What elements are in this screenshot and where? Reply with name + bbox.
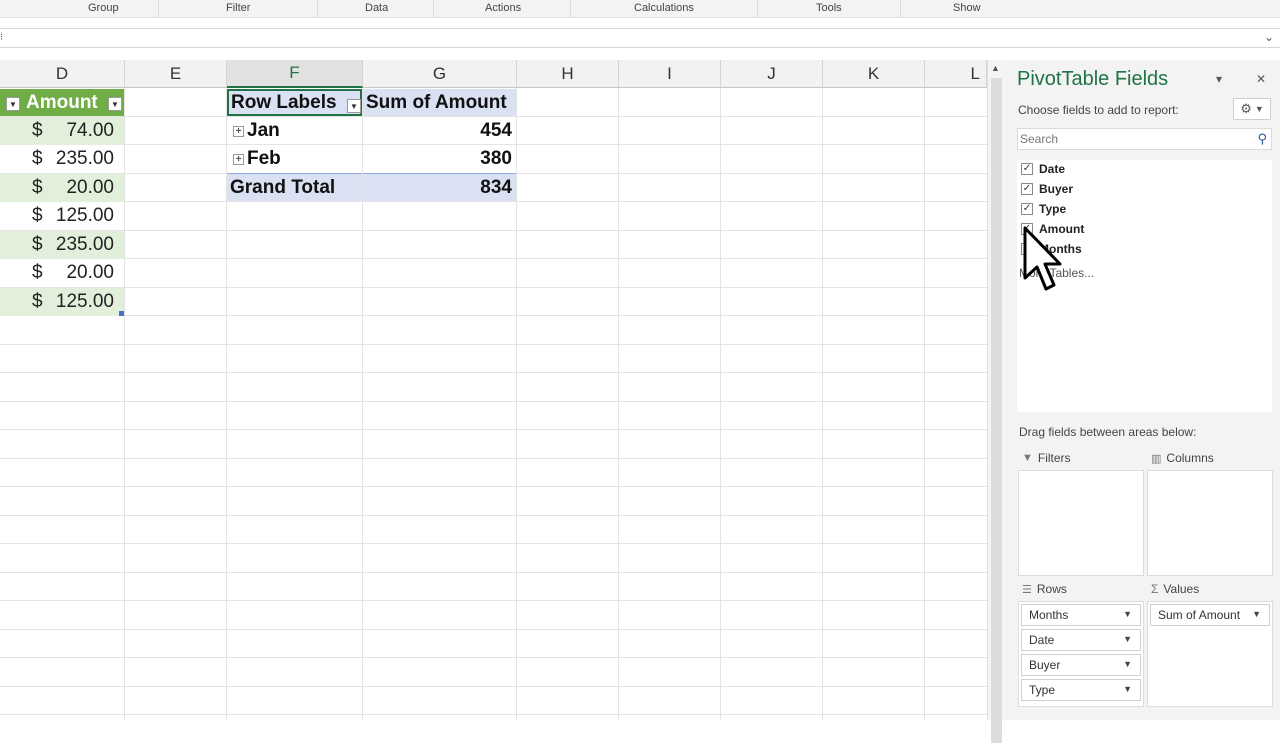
ribbon-group-actions[interactable]: Actions — [485, 2, 521, 14]
columns-icon: ▥ — [1151, 452, 1162, 465]
column-header-g[interactable]: G — [363, 60, 517, 88]
rows-item-buyer[interactable]: Buyer ▼ — [1021, 654, 1141, 676]
column-header-h[interactable]: H — [517, 60, 619, 88]
ribbon-group-data[interactable]: Data — [365, 2, 388, 14]
pivot-row-jan[interactable]: + Jan — [227, 117, 362, 145]
mouse-pointer-icon — [1023, 226, 1062, 291]
drag-fields-label: Drag fields between areas below: — [1019, 425, 1197, 439]
rows-area-header: ☰ Rows — [1022, 582, 1067, 596]
field-type[interactable]: ✓ Type — [1021, 200, 1066, 218]
rows-item-type[interactable]: Type ▼ — [1021, 679, 1141, 701]
pivot-value-jan[interactable]: 454 — [363, 117, 516, 145]
values-item-sum-of-amount[interactable]: Sum of Amount ▼ — [1150, 604, 1270, 626]
columns-drop-area[interactable] — [1147, 470, 1273, 576]
field-search-input[interactable]: Search ⚲ — [1017, 128, 1272, 150]
table-header-amount[interactable]: ▼ Amount ▼ — [0, 89, 124, 116]
chevron-down-icon[interactable]: ▼ — [1123, 659, 1132, 669]
table-row[interactable]: $ 20.00 — [0, 259, 124, 287]
filter-dropdown-icon[interactable]: ▼ — [108, 97, 122, 111]
column-header-e[interactable]: E — [125, 60, 227, 88]
column-header-d[interactable]: D — [0, 60, 125, 88]
pane-subtitle: Choose fields to add to report: — [1018, 103, 1179, 117]
search-icon: ⚲ — [1257, 131, 1267, 146]
column-header-l[interactable]: L — [925, 60, 987, 88]
chevron-down-icon[interactable]: ▼ — [1252, 609, 1261, 619]
pivot-sum-header[interactable]: Sum of Amount — [363, 89, 516, 116]
rows-item-date[interactable]: Date ▼ — [1021, 629, 1141, 651]
filter-dropdown-icon[interactable]: ▼ — [6, 97, 20, 111]
column-header-k[interactable]: K — [823, 60, 925, 88]
pane-options-icon[interactable]: ▾ — [1216, 72, 1222, 86]
pivot-value-feb[interactable]: 380 — [363, 145, 516, 173]
pivot-grand-total-value[interactable]: 834 — [363, 173, 516, 201]
table-row[interactable]: $ 125.00 — [0, 288, 124, 316]
checkbox-checked-icon[interactable]: ✓ — [1021, 183, 1033, 195]
pivot-grand-total-label[interactable]: Grand Total — [227, 173, 362, 201]
ribbon-group-calculations[interactable]: Calculations — [634, 2, 694, 14]
formula-bar[interactable]: ⁝ ⌄ — [0, 28, 1280, 48]
pivot-row-feb[interactable]: + Feb — [227, 145, 362, 173]
ribbon-group-bar: Group Filter Data Actions Calculations T… — [0, 0, 1280, 18]
pane-title: PivotTable Fields — [1017, 68, 1169, 90]
expand-icon[interactable]: + — [233, 153, 244, 165]
expand-icon[interactable]: + — [233, 125, 244, 137]
gear-icon: ⚙ — [1240, 101, 1252, 116]
chevron-down-icon: ▼ — [1254, 104, 1264, 114]
table-row[interactable]: $ 235.00 — [0, 145, 124, 173]
column-header-f[interactable]: F — [227, 60, 363, 88]
rows-icon: ☰ — [1022, 583, 1032, 596]
close-icon[interactable]: ✕ — [1256, 72, 1266, 86]
ribbon-group-filter[interactable]: Filter — [226, 2, 250, 14]
expand-formula-bar-icon[interactable]: ⌄ — [1264, 30, 1274, 44]
formula-bar-edge: ⁝ — [0, 32, 4, 43]
filter-icon: ▼ — [1022, 452, 1033, 464]
chevron-down-icon[interactable]: ▼ — [1123, 609, 1132, 619]
worksheet-grid[interactable]: D E F G H I J K L ▼ Amount ▼ $ 74.00 $ 2… — [0, 60, 987, 720]
chevron-down-icon[interactable]: ▼ — [1123, 634, 1132, 644]
field-settings-button[interactable]: ⚙ ▼ — [1233, 98, 1271, 120]
table-row[interactable]: $ 20.00 — [0, 174, 124, 202]
scrollbar-thumb[interactable] — [991, 78, 1002, 743]
checkbox-checked-icon[interactable]: ✓ — [1021, 203, 1033, 215]
values-area-header: Σ Values — [1151, 582, 1200, 596]
filters-drop-area[interactable] — [1018, 470, 1144, 576]
pivottable-fields-pane: PivotTable Fields ▾ ✕ Choose fields to a… — [1005, 60, 1280, 720]
scroll-up-icon[interactable]: ▲ — [991, 63, 1000, 73]
column-header-i[interactable]: I — [619, 60, 721, 88]
ribbon-group-tools[interactable]: Tools — [816, 2, 842, 14]
ribbon-group-group[interactable]: Group — [88, 2, 119, 14]
table-row[interactable]: $ 74.00 — [0, 117, 124, 145]
vertical-scrollbar[interactable]: ▲ — [987, 60, 1005, 743]
chevron-down-icon[interactable]: ▼ — [1123, 684, 1132, 694]
columns-area-header: ▥ Columns — [1151, 451, 1214, 465]
checkbox-checked-icon[interactable]: ✓ — [1021, 163, 1033, 175]
rows-item-months[interactable]: Months ▼ — [1021, 604, 1141, 626]
filters-area-header: ▼ Filters — [1022, 451, 1071, 465]
field-buyer[interactable]: ✓ Buyer — [1021, 180, 1073, 198]
row-labels-filter-icon[interactable]: ▼ — [347, 99, 361, 113]
column-header-j[interactable]: J — [721, 60, 823, 88]
sigma-icon: Σ — [1151, 582, 1159, 596]
field-date[interactable]: ✓ Date — [1021, 160, 1065, 178]
table-row[interactable]: $ 235.00 — [0, 231, 124, 259]
ribbon-group-show[interactable]: Show — [953, 2, 981, 14]
table-row[interactable]: $ 125.00 — [0, 202, 124, 230]
pivot-row-labels-header[interactable]: Row Labels ▼ — [227, 89, 362, 116]
table-resize-handle[interactable] — [119, 311, 124, 316]
